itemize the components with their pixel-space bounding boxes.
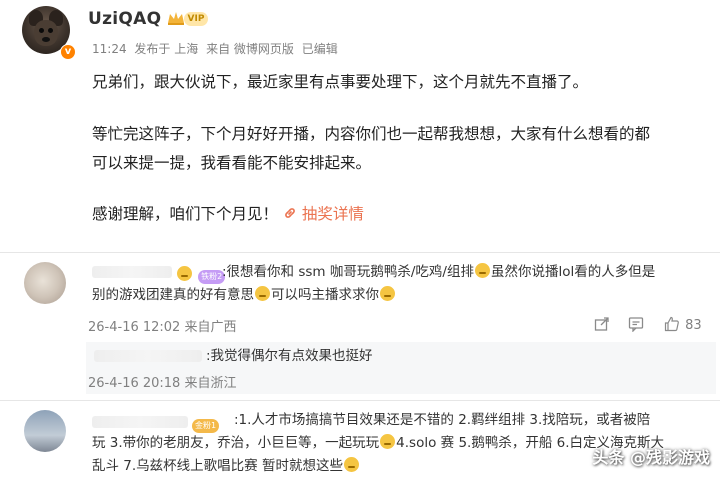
post-location: 发布于 上海 bbox=[134, 42, 199, 56]
cat-emoji-icon bbox=[380, 434, 396, 449]
reply-text: :我觉得偶尔有点效果也挺好 bbox=[206, 348, 373, 364]
commenter-name-blurred[interactable] bbox=[92, 266, 172, 278]
post-paragraph-2-line-2: 可以来提一提，我看看能不能安排起来。 bbox=[92, 154, 372, 172]
comment-meta: 26-4-16 12:02 来自广西 bbox=[88, 316, 237, 335]
verified-badge-icon: v bbox=[60, 44, 76, 60]
reply-location: 来自浙江 bbox=[184, 376, 237, 391]
post-paragraph-3: 感谢理解，咱们下个月见！ 抽奖详情 bbox=[92, 200, 712, 229]
watermark: 头条 @残影游戏 bbox=[592, 448, 710, 467]
cry-emoji-icon bbox=[255, 286, 270, 301]
comment-text-part: 玩 3.带你的老朋友，乔治，小巨巨等，一起玩玩 bbox=[92, 435, 380, 451]
post-paragraph-2-line-1: 等忙完这阵子，下个月好好开播，内容你们也一起帮我想想，大家有什么想看的都 bbox=[92, 125, 651, 143]
comment-text-part: :很想看你和 ssm 咖哥玩鹅鸭杀/吃鸡/组排 bbox=[222, 264, 474, 280]
post-paragraph-2: 等忙完这阵子，下个月好好开播，内容你们也一起帮我想想，大家有什么想看的都 可以来… bbox=[92, 120, 712, 178]
comment-time: 26-4-16 12:02 bbox=[88, 320, 181, 335]
replier-name-blurred[interactable] bbox=[94, 350, 202, 362]
post-time[interactable]: 11:24 bbox=[92, 42, 127, 56]
fan-emoji-icon bbox=[177, 266, 192, 281]
comment-text-part: 虽然你说播lol看的人多但是 bbox=[490, 264, 656, 280]
cry-emoji-icon bbox=[380, 286, 395, 301]
post-meta: 11:24 发布于 上海 来自 微博网页版 已编辑 bbox=[92, 40, 342, 57]
author-name[interactable]: UziQAQ bbox=[88, 9, 161, 29]
commenter-name-blurred[interactable] bbox=[92, 416, 188, 428]
post-source: 来自 微博网页版 bbox=[206, 42, 294, 56]
reply-time: 26-4-16 20:18 bbox=[88, 376, 181, 391]
cry-emoji-icon bbox=[474, 263, 490, 278]
commenter-avatar[interactable] bbox=[24, 410, 66, 452]
comment-divider bbox=[0, 400, 720, 401]
like-count: 83 bbox=[685, 318, 702, 333]
lottery-link[interactable]: 抽奖详情 bbox=[283, 205, 364, 223]
comment-text: :很想看你和 ssm 咖哥玩鹅鸭杀/吃鸡/组排 虽然你说播lol看的人多但是 bbox=[222, 261, 712, 284]
post-edited[interactable]: 已编辑 bbox=[302, 42, 338, 56]
link-icon bbox=[285, 208, 295, 218]
comment-text-part: 别的游戏团建真的好有意思 bbox=[92, 287, 254, 303]
fan-badge-label: 金粉1 bbox=[192, 419, 220, 433]
post-closing: 感谢理解，咱们下个月见！ bbox=[92, 205, 279, 223]
fan-badge: 金粉1 bbox=[192, 413, 220, 433]
cat-emoji-icon bbox=[343, 457, 359, 472]
commenter-avatar[interactable] bbox=[24, 262, 66, 304]
comment-text-line-2: 别的游戏团建真的好有意思 可以吗主播求求你 bbox=[92, 284, 712, 307]
like-button[interactable]: 83 bbox=[664, 314, 702, 333]
fan-badge: 铁粉2 bbox=[176, 264, 226, 284]
post-divider bbox=[0, 252, 720, 253]
comment-text: :1.人才市场搞搞节目效果还是不错的 2.羁绊组排 3.找陪玩，或者被陪 bbox=[234, 412, 651, 428]
comment-text-part: 乱斗 7.乌兹杯线上歌唱比赛 暂时就想这些 bbox=[92, 458, 343, 474]
vip-badge: VIP bbox=[184, 12, 208, 26]
comment-text-part: 可以吗主播求求你 bbox=[271, 287, 379, 303]
share-icon[interactable] bbox=[594, 316, 610, 332]
reply-meta: 26-4-16 20:18 来自浙江 bbox=[88, 372, 237, 391]
comment-location: 来自广西 bbox=[184, 320, 237, 335]
lottery-link-label: 抽奖详情 bbox=[301, 205, 364, 223]
post-paragraph-1: 兄弟们，跟大伙说下，最近家里有点事要处理下，这个月就先不直播了。 bbox=[92, 73, 589, 91]
thumbs-up-icon bbox=[664, 316, 679, 332]
crown-icon bbox=[168, 12, 184, 25]
comment-icon[interactable] bbox=[628, 316, 644, 332]
